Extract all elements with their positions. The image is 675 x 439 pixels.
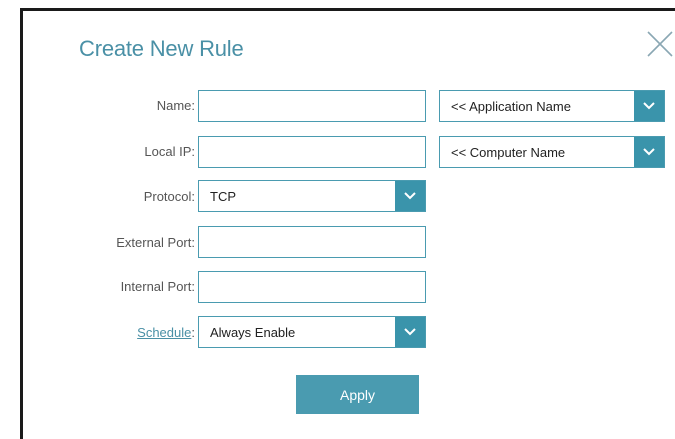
protocol-label: Protocol: [143, 189, 195, 204]
internal-port-input[interactable] [198, 271, 426, 303]
external-port-label: External Port: [116, 235, 195, 250]
chevron-down-icon[interactable] [634, 137, 664, 167]
schedule-colon: : [191, 325, 195, 340]
apply-button[interactable]: Apply [296, 375, 419, 414]
chevron-down-icon[interactable] [395, 317, 425, 347]
local-ip-label: Local IP: [144, 144, 195, 159]
window-left-border [20, 8, 23, 439]
dialog: Create New Rule Name: << Application Nam… [0, 0, 675, 439]
close-icon[interactable] [646, 30, 674, 58]
schedule-value: Always Enable [210, 325, 296, 340]
computer-name-select[interactable]: << Computer Name [439, 136, 665, 168]
chevron-down-icon[interactable] [634, 91, 664, 121]
internal-port-label: Internal Port: [120, 279, 195, 294]
protocol-value: TCP [210, 189, 236, 204]
chevron-down-icon[interactable] [395, 181, 425, 211]
schedule-link[interactable]: Schedule [137, 325, 191, 340]
window-top-border [20, 8, 675, 11]
schedule-label: Schedule: [137, 325, 195, 340]
dialog-title: Create New Rule [79, 36, 244, 61]
name-input[interactable] [198, 90, 426, 122]
protocol-select[interactable]: TCP [198, 180, 426, 212]
name-label: Name: [156, 98, 195, 113]
application-name-select[interactable]: << Application Name [439, 90, 665, 122]
local-ip-input[interactable] [198, 136, 426, 168]
application-name-value: << Application Name [451, 99, 571, 114]
external-port-input[interactable] [198, 226, 426, 258]
schedule-select[interactable]: Always Enable [198, 316, 426, 348]
computer-name-value: << Computer Name [451, 145, 566, 160]
